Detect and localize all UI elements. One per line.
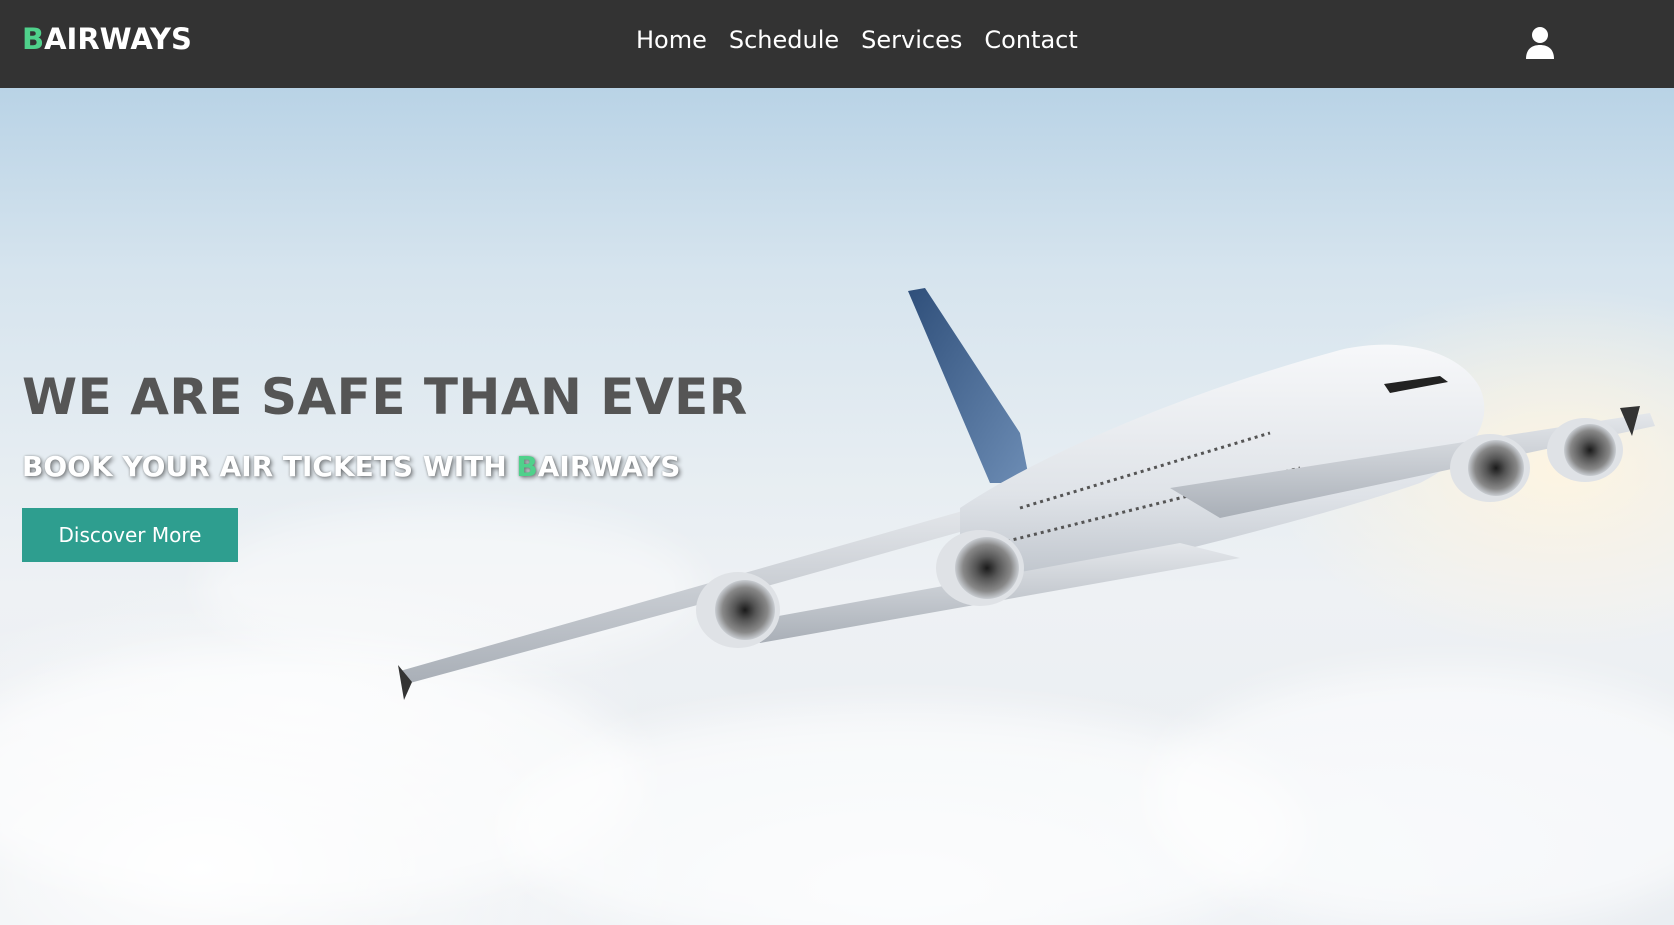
navbar: BAIRWAYS Home Schedule Services Contact xyxy=(0,0,1674,88)
brand-logo-text: AIRWAYS xyxy=(44,22,192,56)
brand-logo[interactable]: BAIRWAYS xyxy=(22,22,192,56)
brand-logo-accent: B xyxy=(22,22,45,56)
discover-more-button[interactable]: Discover More xyxy=(22,508,238,562)
nav-services[interactable]: Services xyxy=(861,26,962,54)
hero-subtitle-suffix: AIRWAYS xyxy=(537,450,681,483)
hero-section: WE ARE SAFE THAN EVER BOOK YOUR AIR TICK… xyxy=(0,88,1674,925)
user-icon[interactable] xyxy=(1525,26,1555,60)
hero-title: WE ARE SAFE THAN EVER xyxy=(22,368,748,426)
airplane-image xyxy=(398,288,1655,700)
main-nav: Home Schedule Services Contact xyxy=(636,26,1078,54)
nav-home[interactable]: Home xyxy=(636,26,707,54)
hero-subtitle-prefix: BOOK YOUR AIR TICKETS WITH xyxy=(22,450,517,483)
nav-contact[interactable]: Contact xyxy=(984,26,1077,54)
hero-subtitle: BOOK YOUR AIR TICKETS WITH BAIRWAYS xyxy=(22,450,680,483)
hero-subtitle-accent: B xyxy=(516,450,538,483)
nav-schedule[interactable]: Schedule xyxy=(729,26,839,54)
